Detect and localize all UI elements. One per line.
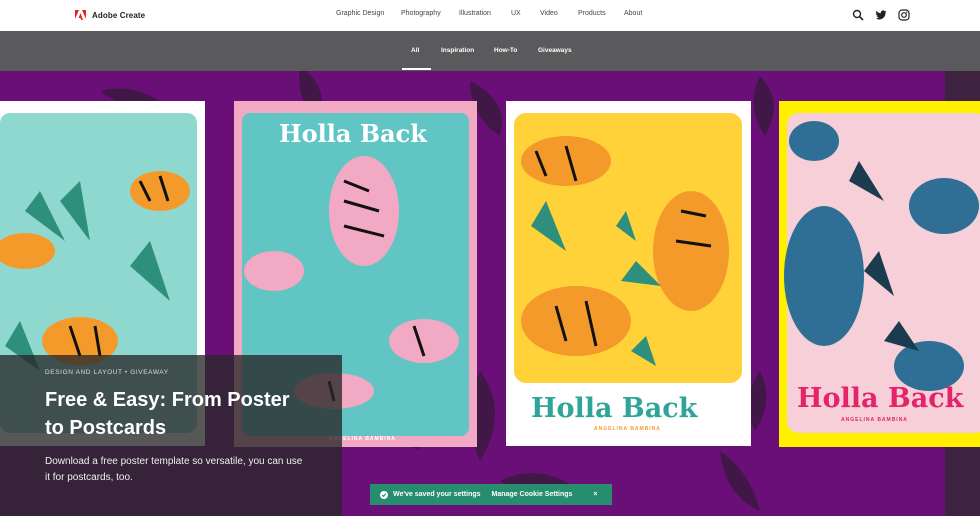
tab-all[interactable]: All — [411, 47, 419, 54]
feature-title[interactable]: Free & Easy: From Poster to Postcards — [45, 386, 310, 442]
top-navigation-bar: Adobe Create Graphic Design Photography … — [0, 0, 980, 31]
poster-card-white[interactable]: Holla Back ANGELINA BAMBINA — [506, 101, 751, 446]
brand-name: Adobe Create — [92, 11, 146, 20]
poster-title: Holla Back — [797, 383, 964, 414]
category-bar: All Inspiration How-To Giveaways — [0, 31, 980, 71]
feature-description: Download a free poster template so versa… — [45, 456, 303, 483]
twitter-icon[interactable] — [875, 8, 887, 20]
tab-inspiration[interactable]: Inspiration — [441, 47, 474, 54]
nav-item-illustration[interactable]: Illustration — [459, 10, 491, 17]
tab-giveaways[interactable]: Giveaways — [538, 47, 572, 54]
category-tag[interactable]: DESIGN AND LAYOUT • GIVEAWAY — [45, 369, 342, 376]
poster-subtitle: ANGELINA BAMBINA — [841, 417, 908, 423]
poster-subtitle: ANGELINA BAMBINA — [594, 426, 661, 432]
nav-item-about[interactable]: About — [624, 10, 642, 17]
search-icon[interactable] — [852, 8, 864, 21]
instagram-icon[interactable] — [898, 8, 910, 21]
adobe-logo-icon — [75, 10, 86, 20]
check-circle-icon — [380, 490, 388, 499]
cookie-notice: We've saved your settings Manage Cookie … — [370, 484, 612, 505]
header-icons — [852, 8, 910, 21]
category-tabs: All Inspiration How-To Giveaways — [0, 47, 980, 71]
manage-cookie-settings-button[interactable]: Manage Cookie Settings — [492, 491, 573, 498]
nav-item-ux[interactable]: UX — [511, 10, 521, 17]
nav-item-video[interactable]: Video — [540, 10, 558, 17]
feature-caption[interactable]: DESIGN AND LAYOUT • GIVEAWAY Free & Easy… — [0, 355, 342, 516]
poster-card-yellow[interactable]: Holla Back ANGELINA BAMBINA — [779, 101, 980, 447]
brand-logo[interactable]: Adobe Create — [75, 9, 145, 22]
poster-title: Holla Back — [279, 119, 427, 148]
poster-title: Holla Back — [531, 393, 698, 424]
tab-how-to[interactable]: How-To — [494, 47, 517, 54]
nav-item-graphic-design[interactable]: Graphic Design — [336, 10, 384, 17]
cookie-message: We've saved your settings — [393, 491, 481, 498]
featured-hero[interactable]: Holla Back ANGELINA BAMBINA Holla Back A… — [0, 71, 980, 516]
nav-item-products[interactable]: Products — [578, 10, 606, 17]
close-icon[interactable]: × — [593, 491, 597, 498]
active-tab-indicator — [402, 68, 431, 70]
nav-item-photography[interactable]: Photography — [401, 10, 441, 17]
